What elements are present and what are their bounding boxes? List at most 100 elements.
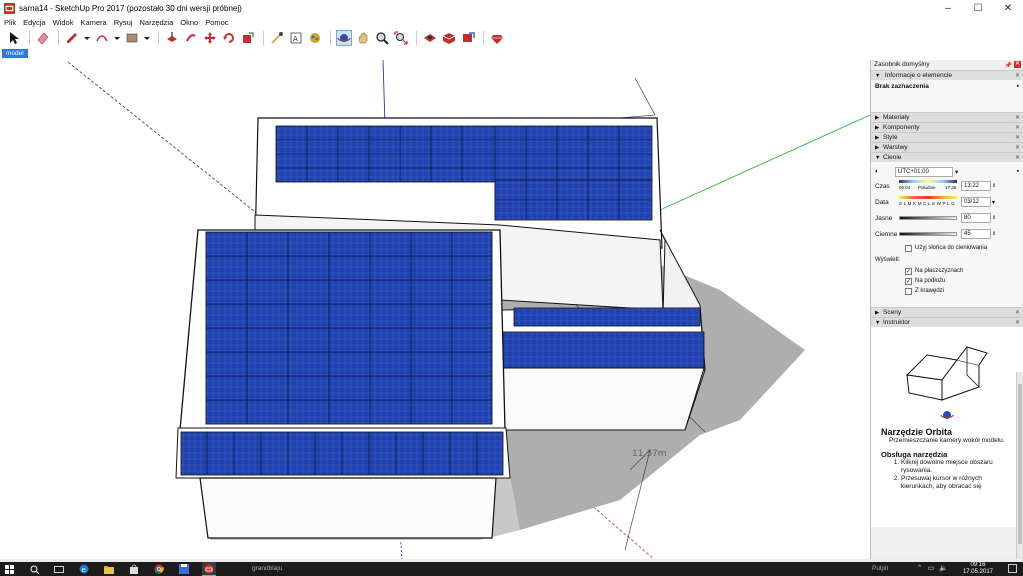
on-faces-checkbox[interactable]: ✓ (905, 267, 912, 275)
light-slider[interactable] (899, 216, 957, 220)
line-tool-button[interactable] (64, 30, 80, 46)
tray-close-button[interactable]: ✕ (1014, 61, 1021, 68)
scrollbar-thumb[interactable] (1018, 384, 1022, 544)
tape-measure-tool-button[interactable] (269, 30, 285, 46)
menu-draw[interactable]: Rysuj (114, 18, 133, 27)
dark-input[interactable]: 45 (961, 229, 991, 239)
arc-tool-dropdown[interactable] (113, 30, 121, 46)
time-input[interactable]: 13:22 (961, 181, 991, 191)
panel-header-instructor[interactable]: ▼ Instruktor ✕ (871, 317, 1023, 327)
dark-slider[interactable] (899, 232, 957, 236)
network-icon[interactable]: ▭ (928, 564, 935, 572)
panel-header-components[interactable]: ▶ Komponenty ✕ (871, 122, 1023, 132)
panel-header-layers[interactable]: ▶ Warstwy ✕ (871, 142, 1023, 152)
taskbar-clock[interactable]: 09:16 17.05.2017 (963, 562, 993, 576)
scene-tab-model[interactable]: model (2, 49, 28, 58)
details-toggle-icon[interactable]: ▪ (1017, 168, 1019, 175)
zoom-tool-button[interactable] (374, 30, 390, 46)
chevron-up-icon[interactable]: ⌃ (917, 564, 923, 572)
start-button[interactable] (2, 562, 16, 576)
text-tool-button[interactable]: A (288, 30, 304, 46)
rectangle-tool-button[interactable] (124, 30, 140, 46)
extension-warehouse-button[interactable] (441, 30, 457, 46)
eraser-icon (37, 32, 49, 45)
panel-header-styles[interactable]: ▶ Style ✕ (871, 132, 1023, 142)
date-input[interactable]: 03/12 (961, 197, 991, 207)
close-button[interactable]: ✕ (993, 0, 1023, 16)
instructor-scrollbar[interactable] (1016, 372, 1023, 560)
chrome-taskbar-button[interactable] (152, 562, 166, 576)
toggle-details-icon[interactable]: ▪ (1017, 83, 1019, 90)
shape-tool-dropdown[interactable] (143, 30, 151, 46)
menu-view[interactable]: Widok (53, 18, 74, 27)
instructor-tool-desc: Przemieszczanie kamery wokół modelu. (889, 437, 1005, 444)
arrow-cursor-icon (10, 32, 19, 44)
panel-header-shadows[interactable]: ▼ Cienie ✕ (871, 152, 1023, 162)
menu-edit[interactable]: Edycja (23, 18, 46, 27)
shadow-toggle-icon[interactable]: ◐ (875, 168, 895, 175)
menu-camera[interactable]: Kamera (80, 18, 106, 27)
time-slider[interactable]: 06:04 Południe 17:36 (899, 179, 959, 193)
search-button[interactable] (27, 562, 41, 576)
push-pull-tool-button[interactable] (164, 30, 180, 46)
desktop-label[interactable]: Pulpit (872, 565, 888, 572)
panel-header-entity-info[interactable]: ▼ Informacje o elemencie ✕ (871, 70, 1023, 80)
sketchup-taskbar-button[interactable] (202, 562, 216, 576)
3d-warehouse-icon (424, 34, 436, 42)
arc-tool-button[interactable] (94, 30, 110, 46)
timezone-select[interactable]: UTC+01:00 (895, 166, 953, 177)
minimize-button[interactable]: – (933, 0, 963, 16)
menu-tools[interactable]: Narzędzia (139, 18, 173, 27)
scale-tool-button[interactable] (240, 30, 256, 46)
warehouse-button[interactable] (422, 30, 438, 46)
paint-bucket-tool-button[interactable] (307, 30, 323, 46)
time-label: Czas (875, 182, 890, 190)
maximize-button[interactable]: ☐ (963, 0, 993, 16)
date-label: Data (875, 198, 889, 206)
share-model-button[interactable] (460, 30, 476, 46)
rotate-tool-button[interactable] (221, 30, 237, 46)
eraser-tool-button[interactable] (35, 30, 51, 46)
store-taskbar-button[interactable] (127, 562, 141, 576)
chrome-browser-icon (154, 564, 164, 574)
floppy-disk-icon (179, 564, 189, 574)
extension-manager-button[interactable] (489, 30, 505, 46)
zoom-extents-tool-button[interactable] (393, 30, 409, 46)
save-taskbar-button[interactable] (177, 562, 191, 576)
orbit-tool-button[interactable] (336, 30, 352, 46)
menu-help[interactable]: Pomoc (205, 18, 228, 27)
task-view-button[interactable] (52, 562, 66, 576)
panel-header-scenes[interactable]: ▶ Sceny ✕ (871, 307, 1023, 317)
model-canvas[interactable]: 11,37m m (0, 60, 870, 560)
menu-file[interactable]: Plik (4, 18, 16, 27)
panel-title: Style (883, 134, 898, 141)
pan-tool-button[interactable] (355, 30, 371, 46)
toolbar-separator (483, 31, 485, 45)
volume-icon[interactable]: 🔈 (939, 564, 948, 572)
front-wall (199, 477, 497, 539)
share-model-icon (463, 32, 475, 42)
task-view-icon (54, 565, 64, 573)
light-input[interactable]: 80 (961, 213, 991, 223)
spinner-icon[interactable]: ⇕ (992, 215, 996, 221)
use-sun-checkbox[interactable] (905, 244, 912, 252)
arc-icon (96, 35, 108, 42)
panel-header-materials[interactable]: ▶ Materiały ✕ (871, 112, 1023, 122)
chevron-down-icon[interactable]: ▾ (992, 199, 995, 206)
line-tool-dropdown[interactable] (83, 30, 91, 46)
spinner-icon[interactable]: ⇕ (992, 231, 996, 237)
chevron-down-icon[interactable]: ▾ (955, 168, 958, 176)
from-edges-checkbox[interactable] (905, 287, 912, 295)
select-tool-button[interactable] (6, 30, 22, 46)
notifications-icon[interactable] (1008, 564, 1017, 573)
edge-taskbar-button[interactable]: e (77, 562, 91, 576)
move-tool-button[interactable] (202, 30, 218, 46)
drawing-area[interactable]: 11,37m m (0, 60, 870, 560)
spinner-icon[interactable]: ⇕ (992, 183, 996, 189)
menu-window[interactable]: Okno (180, 18, 198, 27)
follow-me-tool-button[interactable] (183, 30, 199, 46)
on-ground-checkbox[interactable]: ✓ (905, 277, 912, 285)
explorer-taskbar-button[interactable] (102, 562, 116, 576)
date-slider[interactable]: S L M K M C L S W P L G (899, 195, 959, 209)
month-scale: S L M K M C L S W P L G (899, 201, 955, 206)
